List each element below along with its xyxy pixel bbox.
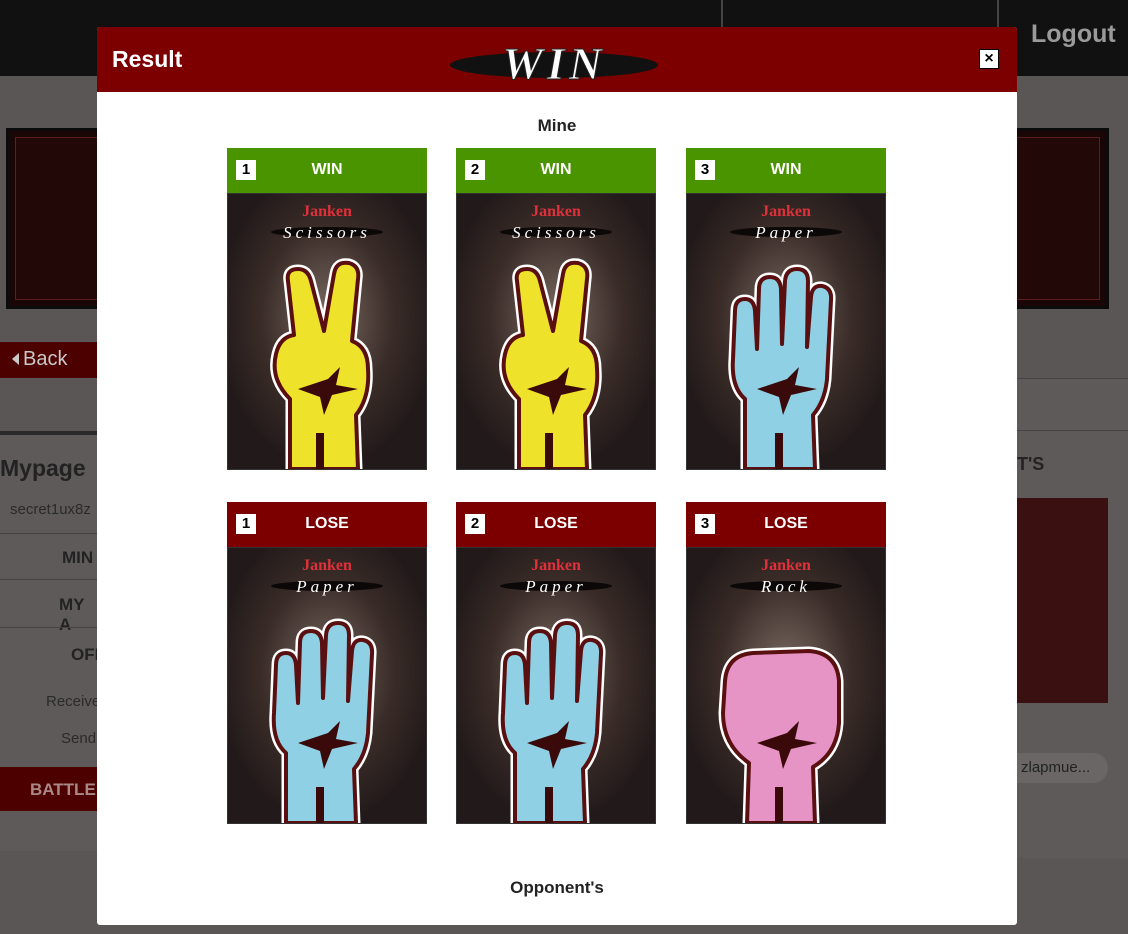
mypage-title: Mypage — [0, 455, 86, 481]
card-artwork: Janken Scissors — [456, 193, 656, 470]
user-id: secret1ux8z — [10, 501, 91, 518]
card-header: LOSE 1 — [227, 502, 427, 547]
receive-link[interactable]: Receive — [46, 693, 100, 710]
card-artwork: Janken Paper — [227, 547, 427, 824]
card-number-badge: 3 — [695, 160, 715, 180]
opponent-label: Opponent's — [510, 878, 604, 897]
card-hand-label: Paper — [295, 577, 358, 596]
mine-card: WIN 2 Janken Scissors — [456, 148, 656, 470]
card-result-label: WIN — [770, 161, 802, 178]
modal-title: Result — [112, 46, 183, 72]
paper-hand-icon: Janken Paper — [228, 548, 426, 823]
win-logo-text: WIN — [502, 38, 606, 87]
card-result-label: LOSE — [534, 515, 578, 532]
card-header: WIN 2 — [456, 148, 656, 193]
card-hand-label: Scissors — [283, 223, 371, 242]
rock-hand-icon: Janken Rock — [687, 548, 885, 823]
close-button[interactable]: × — [979, 49, 999, 69]
result-modal: Result WIN × Mine WIN 1 Janken Scissors WIN 2… — [97, 27, 1017, 925]
card-hand-label: Rock — [760, 577, 811, 596]
card-result-label: LOSE — [305, 515, 349, 532]
back-button[interactable]: Back — [0, 342, 100, 378]
card-number-badge: 2 — [465, 160, 485, 180]
card-number-badge: 1 — [236, 514, 256, 534]
opponent-card: LOSE 3 Janken Rock — [686, 502, 886, 824]
card-brand-text: Janken — [531, 557, 581, 574]
card-brand-text: Janken — [761, 203, 811, 220]
back-button-label: Back — [23, 348, 68, 370]
card-number-badge: 3 — [695, 514, 715, 534]
send-link[interactable]: Send — [61, 730, 96, 747]
paper-hand-icon: Janken Paper — [457, 548, 655, 823]
card-number-badge: 2 — [465, 514, 485, 534]
right-panel: T'S zlapmue... — [1017, 378, 1128, 858]
card-hand-label: Paper — [524, 577, 587, 596]
card-brand-text: Janken — [302, 557, 352, 574]
mine-card: WIN 3 Janken Paper — [686, 148, 886, 470]
card-artwork: Janken Scissors — [227, 193, 427, 470]
mine-label: Mine — [537, 116, 577, 135]
card-number-badge: 1 — [236, 160, 256, 180]
sidebar-menu-item[interactable]: OFI — [0, 627, 100, 677]
paper-hand-icon: Janken Paper — [687, 194, 885, 469]
modal-header: Result WIN × — [97, 27, 1017, 92]
card-result-label: WIN — [311, 161, 343, 178]
card-hand-label: Paper — [754, 223, 817, 242]
sidebar-menu-item[interactable]: MIN — [0, 533, 100, 579]
mypage-sidebar: Mypage secret1ux8z MIN MY A OFI Receive … — [0, 431, 100, 851]
mine-card: WIN 1 Janken Scissors — [227, 148, 427, 470]
right-panel-heading: T'S — [1017, 454, 1045, 474]
opponent-name-pill: zlapmue... — [1017, 753, 1108, 783]
battle-button[interactable]: BATTLE — [0, 767, 100, 811]
back-arrow-icon — [12, 353, 19, 365]
card-brand-text: Janken — [761, 557, 811, 574]
card-header: WIN 3 — [686, 148, 886, 193]
card-header: LOSE 2 — [456, 502, 656, 547]
opponent-image — [1017, 498, 1108, 703]
scissors-hand-icon: Janken Scissors — [457, 194, 655, 469]
card-artwork: Janken Paper — [686, 193, 886, 470]
scissors-hand-icon: Janken Scissors — [228, 194, 426, 469]
card-result-label: LOSE — [764, 515, 808, 532]
card-result-label: WIN — [540, 161, 572, 178]
opponent-card: LOSE 2 Janken Paper — [456, 502, 656, 824]
logout-link[interactable]: Logout — [1031, 20, 1116, 49]
card-hand-label: Scissors — [512, 223, 600, 242]
win-logo: WIN — [450, 38, 658, 87]
sidebar-menu-item[interactable]: MY A — [0, 579, 100, 634]
card-artwork: Janken Paper — [456, 547, 656, 824]
card-brand-text: Janken — [531, 203, 581, 220]
card-header: LOSE 3 — [686, 502, 886, 547]
opponent-card: LOSE 1 Janken Paper — [227, 502, 427, 824]
card-brand-text: Janken — [302, 203, 352, 220]
card-header: WIN 1 — [227, 148, 427, 193]
card-artwork: Janken Rock — [686, 547, 886, 824]
